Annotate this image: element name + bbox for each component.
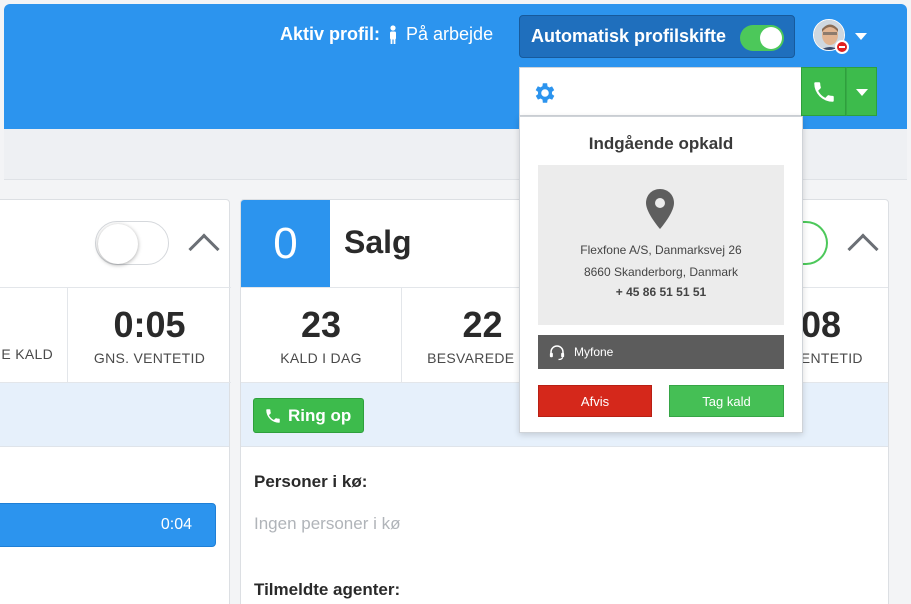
call-options-caret-icon[interactable] xyxy=(846,67,877,116)
active-profile-label: Aktiv profil: xyxy=(280,24,381,44)
user-menu-caret-icon[interactable] xyxy=(855,33,867,40)
incoming-line: Myfone xyxy=(538,335,784,369)
stat-calls-today: 23 KALD I DAG xyxy=(241,288,402,382)
caller-location-box: Flexfone A/S, Danmarksvej 26 8660 Skande… xyxy=(538,165,784,325)
reject-call-button[interactable]: Afvis xyxy=(538,385,652,417)
dnd-status-icon xyxy=(835,40,849,54)
agents-heading: Tilmeldte agenter: xyxy=(254,580,401,599)
person-icon xyxy=(390,24,397,44)
stat-label: GNS. VENTETID xyxy=(93,350,206,366)
accept-call-label: Tag kald xyxy=(702,393,751,409)
headset-icon xyxy=(549,345,565,361)
queue-count-badge: 0 xyxy=(241,200,330,287)
queue-left-action-strip xyxy=(0,383,229,447)
stat-calls: E KALD xyxy=(0,288,68,382)
incoming-call-title: Indgående opkald xyxy=(588,134,734,153)
caller-address-line1: Flexfone A/S, Danmarksvej 26 xyxy=(580,243,742,257)
caller-phone: + 45 86 51 51 51 xyxy=(615,285,707,299)
queue-title: Salg xyxy=(344,224,412,260)
caller-address-line2: 8660 Skanderborg, Danmark xyxy=(583,265,739,279)
stat-avg-wait: 0:05 GNS. VENTETID xyxy=(68,288,231,382)
stat-label: KALD I DAG xyxy=(280,350,362,366)
stat-value: 0:05 xyxy=(113,304,186,345)
stat-label: E KALD xyxy=(1,346,53,362)
queue-empty-text: Ingen personer i kø xyxy=(254,514,401,533)
accept-call-button[interactable]: Tag kald xyxy=(669,385,784,417)
queue-card-left: E KALD 0:05 GNS. VENTETID 0:04 xyxy=(0,199,231,604)
auto-profile-switch[interactable]: Automatisk profilskifte xyxy=(519,15,795,58)
stat-value: 23 xyxy=(300,304,342,345)
dial-input[interactable] xyxy=(519,67,803,116)
phone-icon xyxy=(266,409,280,423)
reject-call-label: Afvis xyxy=(580,393,610,409)
collapse-chevron-icon[interactable] xyxy=(847,233,879,265)
queue-left-stats: E KALD 0:05 GNS. VENTETID xyxy=(0,287,231,383)
call-button[interactable] xyxy=(801,67,846,116)
auto-profile-switch-label: Automatisk profilskifte xyxy=(531,26,727,46)
agent-timer: 0:04 xyxy=(160,516,192,533)
queue-persons-heading: Personer i kø: xyxy=(254,472,368,491)
queue-left-toggle[interactable] xyxy=(95,221,169,265)
incoming-line-name: Myfone xyxy=(574,345,614,359)
active-profile-value: På arbejde xyxy=(406,24,494,44)
gear-icon[interactable] xyxy=(532,80,558,106)
phone-icon xyxy=(814,82,834,102)
agent-timer-bar[interactable]: 0:04 xyxy=(0,503,216,547)
incoming-call-popup: Indgående opkald Flexfone A/S, Danmarksv… xyxy=(519,116,803,433)
collapse-chevron-icon[interactable] xyxy=(188,233,220,265)
active-profile[interactable]: Aktiv profil: På arbejde xyxy=(280,24,493,45)
queue-count: 0 xyxy=(273,218,298,268)
ring-op-label: Ring op xyxy=(288,405,352,425)
map-pin-icon xyxy=(646,189,674,229)
ring-op-button[interactable]: Ring op xyxy=(253,398,364,433)
auto-profile-toggle[interactable] xyxy=(740,25,784,51)
